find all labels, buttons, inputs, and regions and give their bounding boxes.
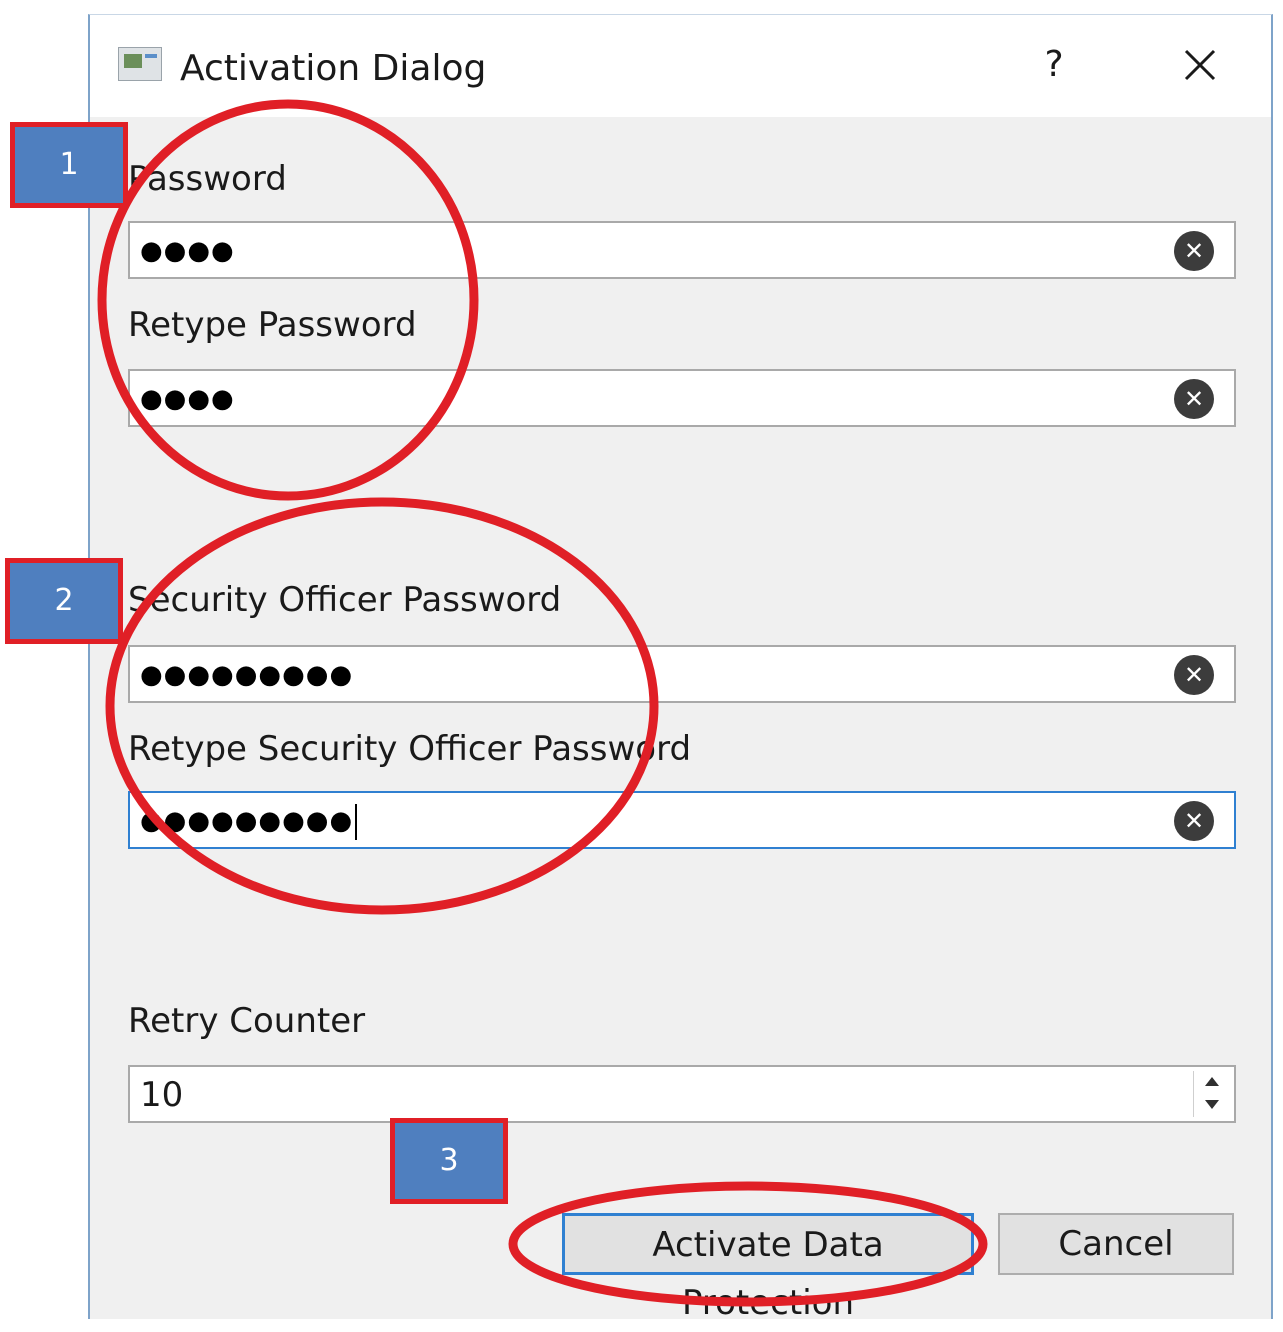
security-officer-password-label: Security Officer Password xyxy=(128,580,562,620)
retype-password-mask: ●●●● xyxy=(140,384,235,414)
title-bar: Activation Dialog ? xyxy=(90,15,1271,117)
activation-dialog: Activation Dialog ? Password ●●●● ✕ Rety… xyxy=(88,14,1273,1323)
spin-up-icon[interactable] xyxy=(1194,1071,1230,1094)
cancel-button[interactable]: Cancel xyxy=(998,1213,1234,1275)
retype-security-officer-password-mask: ●●●●●●●●● xyxy=(140,806,354,836)
retry-counter-value: 10 xyxy=(140,1075,184,1115)
close-button[interactable] xyxy=(1176,41,1224,89)
security-officer-password-field[interactable]: ●●●●●●●●● ✕ xyxy=(128,645,1236,703)
activate-data-protection-button[interactable]: Activate Data Protection xyxy=(562,1213,974,1323)
annotation-marker-1: 1 xyxy=(10,122,128,208)
retype-password-field[interactable]: ●●●● ✕ xyxy=(128,369,1236,427)
clear-security-officer-password-icon[interactable]: ✕ xyxy=(1174,655,1214,695)
spin-down-icon[interactable] xyxy=(1194,1094,1230,1117)
clear-retype-password-icon[interactable]: ✕ xyxy=(1174,379,1214,419)
annotation-marker-2: 2 xyxy=(5,558,123,644)
spinbox-arrows xyxy=(1193,1071,1230,1117)
app-window-icon xyxy=(118,47,162,81)
annotation-marker-3: 3 xyxy=(390,1118,508,1204)
close-icon xyxy=(1184,49,1216,81)
retype-security-officer-password-label: Retype Security Officer Password xyxy=(128,729,692,769)
text-caret xyxy=(355,803,358,840)
security-officer-password-mask: ●●●●●●●●● xyxy=(140,660,354,690)
clear-retype-security-officer-password-icon[interactable]: ✕ xyxy=(1174,801,1214,841)
password-label: Password xyxy=(128,159,287,199)
password-field[interactable]: ●●●● ✕ xyxy=(128,221,1236,279)
clear-password-icon[interactable]: ✕ xyxy=(1174,231,1214,271)
retry-counter-spinbox[interactable]: 10 xyxy=(128,1065,1236,1123)
retype-password-label: Retype Password xyxy=(128,305,417,345)
dialog-title: Activation Dialog xyxy=(180,48,487,89)
retry-counter-label: Retry Counter xyxy=(128,1001,366,1041)
retype-security-officer-password-mask-wrap: ●●●●●●●●● xyxy=(140,799,358,843)
retype-security-officer-password-field[interactable]: ●●●●●●●●● ✕ xyxy=(128,791,1236,849)
password-mask: ●●●● xyxy=(140,236,235,266)
help-button[interactable]: ? xyxy=(1032,41,1076,89)
